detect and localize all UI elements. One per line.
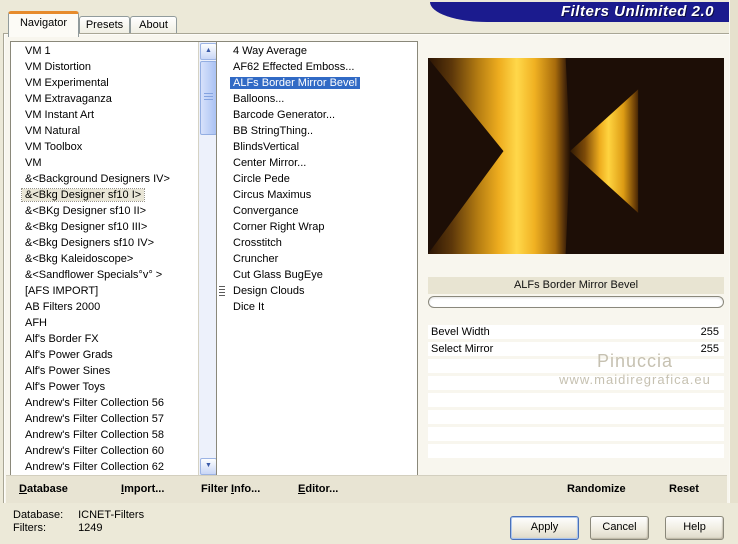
app-title: Filters Unlimited 2.0 <box>560 3 714 20</box>
category-item[interactable]: VM Toolbox <box>11 139 199 155</box>
reset-button[interactable]: Reset <box>669 476 699 503</box>
category-item[interactable]: &<Bkg Kaleidoscope> <box>11 251 199 267</box>
help-button[interactable]: Help <box>665 516 724 540</box>
category-item[interactable]: Alf's Border FX <box>11 331 199 347</box>
category-scrollbar[interactable]: ▲ ▼ <box>198 42 216 476</box>
parameter-row[interactable] <box>428 410 724 424</box>
filters-unlimited-dialog: Filters Unlimited 2.0 Navigator Presets … <box>0 0 738 544</box>
parameter-row[interactable] <box>428 393 724 407</box>
scroll-up-icon[interactable]: ▲ <box>200 43 216 60</box>
category-item[interactable]: &<Bkg Designer sf10 III> <box>11 219 199 235</box>
filter-item[interactable]: Dice It <box>217 299 417 315</box>
window-right-edge <box>729 0 738 503</box>
cancel-button[interactable]: Cancel <box>590 516 649 540</box>
parameter-row[interactable] <box>428 427 724 441</box>
filters-count: 1249 <box>78 522 103 534</box>
category-item[interactable]: AFH <box>11 315 199 331</box>
category-item[interactable]: Alf's Power Grads <box>11 347 199 363</box>
parameter-row[interactable]: Bevel Width 255 <box>428 325 724 339</box>
category-item[interactable]: Andrew's Filter Collection 62 <box>11 459 199 475</box>
category-item[interactable]: &<Sandflower Specials°v° > <box>11 267 199 283</box>
filter-item[interactable]: Center Mirror... <box>217 155 417 171</box>
navigator-page: VM 1 VM Distortion VM Experimental VM Ex… <box>3 33 731 505</box>
database-button[interactable]: Database <box>19 476 68 503</box>
filter-item[interactable]: Design Clouds <box>217 283 417 299</box>
category-item[interactable]: VM <box>11 155 199 171</box>
filter-item[interactable]: Barcode Generator... <box>217 107 417 123</box>
filter-list: 4 Way Average AF62 Effected Emboss... AL… <box>217 43 417 315</box>
filter-item[interactable]: BlindsVertical <box>217 139 417 155</box>
parameter-row[interactable] <box>428 359 724 373</box>
category-listbox[interactable]: VM 1 VM Distortion VM Experimental VM Ex… <box>10 41 217 477</box>
category-item[interactable]: VM Instant Art <box>11 107 199 123</box>
category-item[interactable]: Andrew's Filter Collection 60 <box>11 443 199 459</box>
category-item[interactable]: VM Experimental <box>11 75 199 91</box>
parameter-table: Bevel Width 255 Select Mirror 255 <box>428 325 724 461</box>
database-status: Database: ICNET-Filters <box>13 509 145 521</box>
category-item[interactable]: Andrew's Filter Collection 56 <box>11 395 199 411</box>
category-item[interactable]: &<BKg Designer sf10 II> <box>11 203 199 219</box>
filter-item[interactable]: Circle Pede <box>217 171 417 187</box>
scrollbar-thumb[interactable] <box>200 61 216 135</box>
app-banner: Filters Unlimited 2.0 <box>430 2 736 22</box>
filter-item[interactable]: Balloons... <box>217 91 417 107</box>
category-item[interactable]: AB Filters 2000 <box>11 299 199 315</box>
selected-filter-name: ALFs Border Mirror Bevel <box>428 277 724 294</box>
parameter-row[interactable] <box>428 444 724 458</box>
category-item[interactable]: &<Background Designers IV> <box>11 171 199 187</box>
filter-info-button[interactable]: Filter Info... <box>201 476 260 503</box>
category-item[interactable]: Alf's Power Toys <box>11 379 199 395</box>
filter-item[interactable]: Corner Right Wrap <box>217 219 417 235</box>
grip-icon <box>219 286 225 296</box>
category-item[interactable]: Alf's Power Sines <box>11 363 199 379</box>
preview-progress-bar[interactable] <box>428 296 724 308</box>
filter-item[interactable]: Convergance <box>217 203 417 219</box>
filter-item[interactable]: Circus Maximus <box>217 187 417 203</box>
import-button[interactable]: Import... <box>121 476 164 503</box>
randomize-button[interactable]: Randomize <box>567 476 626 503</box>
toolbar: Database Import... Filter Info... Editor… <box>6 475 727 503</box>
category-item[interactable]: Andrew's Filter Collection 57 <box>11 411 199 427</box>
category-item[interactable]: &<Bkg Designer sf10 I> <box>11 187 199 203</box>
filter-item[interactable]: Cut Glass BugEye <box>217 267 417 283</box>
category-item[interactable]: VM 1 <box>11 43 199 59</box>
filters-count-status: Filters: 1249 <box>13 522 103 534</box>
tab-presets[interactable]: Presets <box>79 16 130 34</box>
tab-about[interactable]: About <box>130 16 177 34</box>
category-list: VM 1 VM Distortion VM Experimental VM Ex… <box>11 43 199 475</box>
filter-item[interactable]: Cruncher <box>217 251 417 267</box>
category-item[interactable]: Andrew's Filter Collection 58 <box>11 427 199 443</box>
apply-button[interactable]: Apply <box>510 516 579 540</box>
filter-item[interactable]: 4 Way Average <box>217 43 417 59</box>
filter-item[interactable]: BB StringThing.. <box>217 123 417 139</box>
editor-button[interactable]: Editor... <box>298 476 338 503</box>
category-item[interactable]: VM Distortion <box>11 59 199 75</box>
category-item[interactable]: &<Bkg Designers sf10 IV> <box>11 235 199 251</box>
database-name: ICNET-Filters <box>78 509 145 521</box>
parameter-row[interactable] <box>428 376 724 390</box>
preview-image <box>428 58 724 254</box>
parameter-row[interactable]: Select Mirror 255 <box>428 342 724 356</box>
category-item[interactable]: VM Extravaganza <box>11 91 199 107</box>
filter-item[interactable]: AF62 Effected Emboss... <box>217 59 417 75</box>
scroll-down-icon[interactable]: ▼ <box>200 458 216 475</box>
filter-item[interactable]: ALFs Border Mirror Bevel <box>217 75 417 91</box>
filter-listbox[interactable]: 4 Way Average AF62 Effected Emboss... AL… <box>216 41 418 477</box>
category-item[interactable]: VM Natural <box>11 123 199 139</box>
filter-item[interactable]: Crosstitch <box>217 235 417 251</box>
tab-navigator[interactable]: Navigator <box>8 11 79 37</box>
category-item[interactable]: [AFS IMPORT] <box>11 283 199 299</box>
status-bar: Database: ICNET-Filters Filters: 1249 Ap… <box>0 503 738 544</box>
